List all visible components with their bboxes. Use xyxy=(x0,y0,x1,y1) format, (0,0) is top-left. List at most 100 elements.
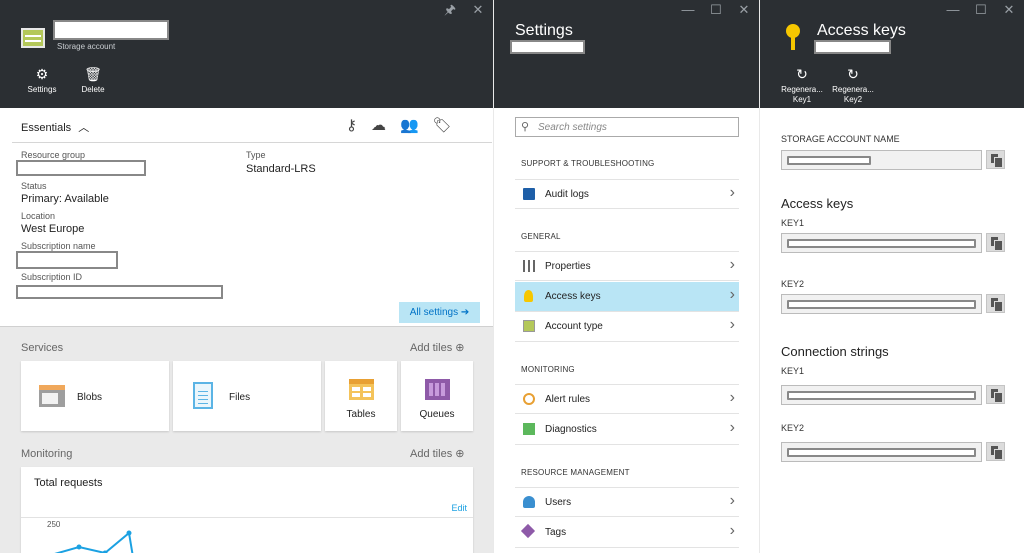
key1-field[interactable] xyxy=(781,233,982,253)
account-subtitle: Storage account xyxy=(57,42,116,51)
status-label: Status xyxy=(21,181,47,191)
storage-account-icon xyxy=(21,28,45,48)
settings-item-account-type[interactable]: Account type › xyxy=(515,312,739,342)
regenerate-key2-button[interactable]: ↻ Regenera... Key2 xyxy=(829,66,877,105)
pin-icon[interactable]: 🖈 xyxy=(443,3,457,17)
chevron-right-icon: › xyxy=(729,389,735,406)
subscription-id-redacted xyxy=(16,285,223,299)
refresh-icon: ↻ xyxy=(847,66,859,82)
close-icon[interactable]: ✕ xyxy=(471,3,485,17)
copy-icon[interactable] xyxy=(986,294,1005,313)
section-general: GENERAL xyxy=(521,232,561,241)
refresh-icon: ↻ xyxy=(796,66,808,82)
subscription-name-label: Subscription name xyxy=(21,241,96,251)
key1-label: KEY1 xyxy=(781,218,805,228)
trash-icon: 🗑 xyxy=(84,66,102,82)
files-tile[interactable]: Files xyxy=(173,361,321,431)
chevron-right-icon: › xyxy=(729,492,735,509)
delete-button[interactable]: 🗑 Delete xyxy=(76,66,110,95)
blade-header: — ☐ ✕ Access keys ↻ Regenera... Key1 ↻ R… xyxy=(760,0,1024,108)
minimize-icon[interactable]: — xyxy=(946,3,960,17)
subscription-name-redacted xyxy=(16,251,118,269)
connection-strings-heading: Connection strings xyxy=(781,344,889,359)
tag-icon[interactable]: 🏷 xyxy=(433,116,452,134)
settings-item-access-keys[interactable]: Access keys › xyxy=(515,282,739,312)
divider xyxy=(12,142,492,143)
services-label: Services xyxy=(21,342,64,354)
access-keys-heading: Access keys xyxy=(781,196,854,211)
location-value: West Europe xyxy=(21,223,85,235)
blobs-tile[interactable]: Blobs xyxy=(21,361,169,431)
resource-group-label: Resource group xyxy=(21,150,86,160)
key-icon xyxy=(524,290,533,302)
copy-icon[interactable] xyxy=(986,150,1005,169)
copy-icon[interactable] xyxy=(986,385,1005,404)
settings-item-alert-rules[interactable]: Alert rules › xyxy=(515,384,739,414)
maximize-icon[interactable]: ☐ xyxy=(974,3,988,17)
file-icon xyxy=(193,382,213,409)
add-tiles-services[interactable]: Add tiles ⊕ xyxy=(410,341,464,354)
queue-icon xyxy=(425,379,450,400)
blade-header: 🖈 ✕ Storage account ⚙ Settings 🗑 Delete xyxy=(0,0,493,108)
essentials-icons: ⚷ ☁ 👥 🏷 xyxy=(346,116,452,134)
tables-tile[interactable]: Tables xyxy=(325,361,397,431)
conn-key2-field[interactable] xyxy=(781,442,982,462)
blade-subtitle-redacted xyxy=(510,40,585,54)
settings-item-audit-logs[interactable]: Audit logs › xyxy=(515,179,739,209)
search-settings-input[interactable]: ⚲ Search settings xyxy=(515,117,739,137)
conn-key2-label: KEY2 xyxy=(781,423,805,433)
users-icon xyxy=(523,496,535,508)
queues-tile[interactable]: Queues xyxy=(401,361,473,431)
storage-account-blade: 🖈 ✕ Storage account ⚙ Settings 🗑 Delete … xyxy=(0,0,493,553)
storage-account-name-label: STORAGE ACCOUNT NAME xyxy=(781,134,900,144)
key2-field[interactable] xyxy=(781,294,982,314)
essentials-toggle[interactable]: Essentials ︿ xyxy=(21,119,89,135)
copy-icon[interactable] xyxy=(986,442,1005,461)
users-icon[interactable]: 👥 xyxy=(400,116,419,134)
chevron-right-icon: › xyxy=(729,256,735,273)
settings-item-diagnostics[interactable]: Diagnostics › xyxy=(515,415,739,445)
cloud-icon[interactable]: ☁ xyxy=(371,116,386,134)
window-controls: 🖈 ✕ xyxy=(443,3,485,17)
properties-icon xyxy=(523,260,535,272)
settings-item-users[interactable]: Users › xyxy=(515,487,739,517)
settings-item-properties[interactable]: Properties › xyxy=(515,251,739,281)
blade-title: Settings xyxy=(515,22,573,39)
regenerate-key1-button[interactable]: ↻ Regenera... Key1 xyxy=(778,66,826,105)
close-icon[interactable]: ✕ xyxy=(1002,3,1016,17)
chevron-right-icon: › xyxy=(729,286,735,303)
section-support: SUPPORT & TROUBLESHOOTING xyxy=(521,159,655,168)
conn-key1-label: KEY1 xyxy=(781,366,805,376)
key-icon xyxy=(786,24,800,50)
storage-account-name-field[interactable] xyxy=(781,150,982,170)
blade-subtitle-redacted xyxy=(814,40,891,54)
storage-account-icon xyxy=(523,320,535,332)
diagnostics-icon xyxy=(523,423,535,435)
conn-key1-field[interactable] xyxy=(781,385,982,405)
window-controls: — ☐ ✕ xyxy=(946,3,1016,17)
total-requests-chart-tile[interactable]: Total requests Edit 250 xyxy=(21,467,473,553)
settings-blade: — ☐ ✕ Settings ⚲ Search settings SUPPORT… xyxy=(494,0,759,553)
minimize-icon[interactable]: — xyxy=(681,3,695,17)
key2-label: KEY2 xyxy=(781,279,805,289)
gear-icon: ⚙ xyxy=(35,66,49,82)
blobs-icon xyxy=(39,385,65,407)
account-name-redacted xyxy=(53,20,169,40)
maximize-icon[interactable]: ☐ xyxy=(709,3,723,17)
resource-group-redacted xyxy=(16,160,146,176)
settings-item-tags[interactable]: Tags › xyxy=(515,518,739,548)
settings-button[interactable]: ⚙ Settings xyxy=(24,66,60,95)
section-resource-management: RESOURCE MANAGEMENT xyxy=(521,468,630,477)
monitoring-label: Monitoring xyxy=(21,448,73,460)
search-icon: ⚲ xyxy=(521,121,530,133)
type-value: Standard-LRS xyxy=(246,163,316,175)
add-tiles-monitoring[interactable]: Add tiles ⊕ xyxy=(410,447,464,460)
close-icon[interactable]: ✕ xyxy=(737,3,751,17)
status-value: Primary: Available xyxy=(21,193,109,205)
key-icon[interactable]: ⚷ xyxy=(346,116,357,134)
copy-icon[interactable] xyxy=(986,233,1005,252)
access-keys-blade: — ☐ ✕ Access keys ↻ Regenera... Key1 ↻ R… xyxy=(760,0,1024,553)
blade-header: — ☐ ✕ Settings xyxy=(494,0,759,108)
all-settings-link[interactable]: All settings ➔ xyxy=(399,302,480,323)
alert-icon xyxy=(523,393,535,405)
